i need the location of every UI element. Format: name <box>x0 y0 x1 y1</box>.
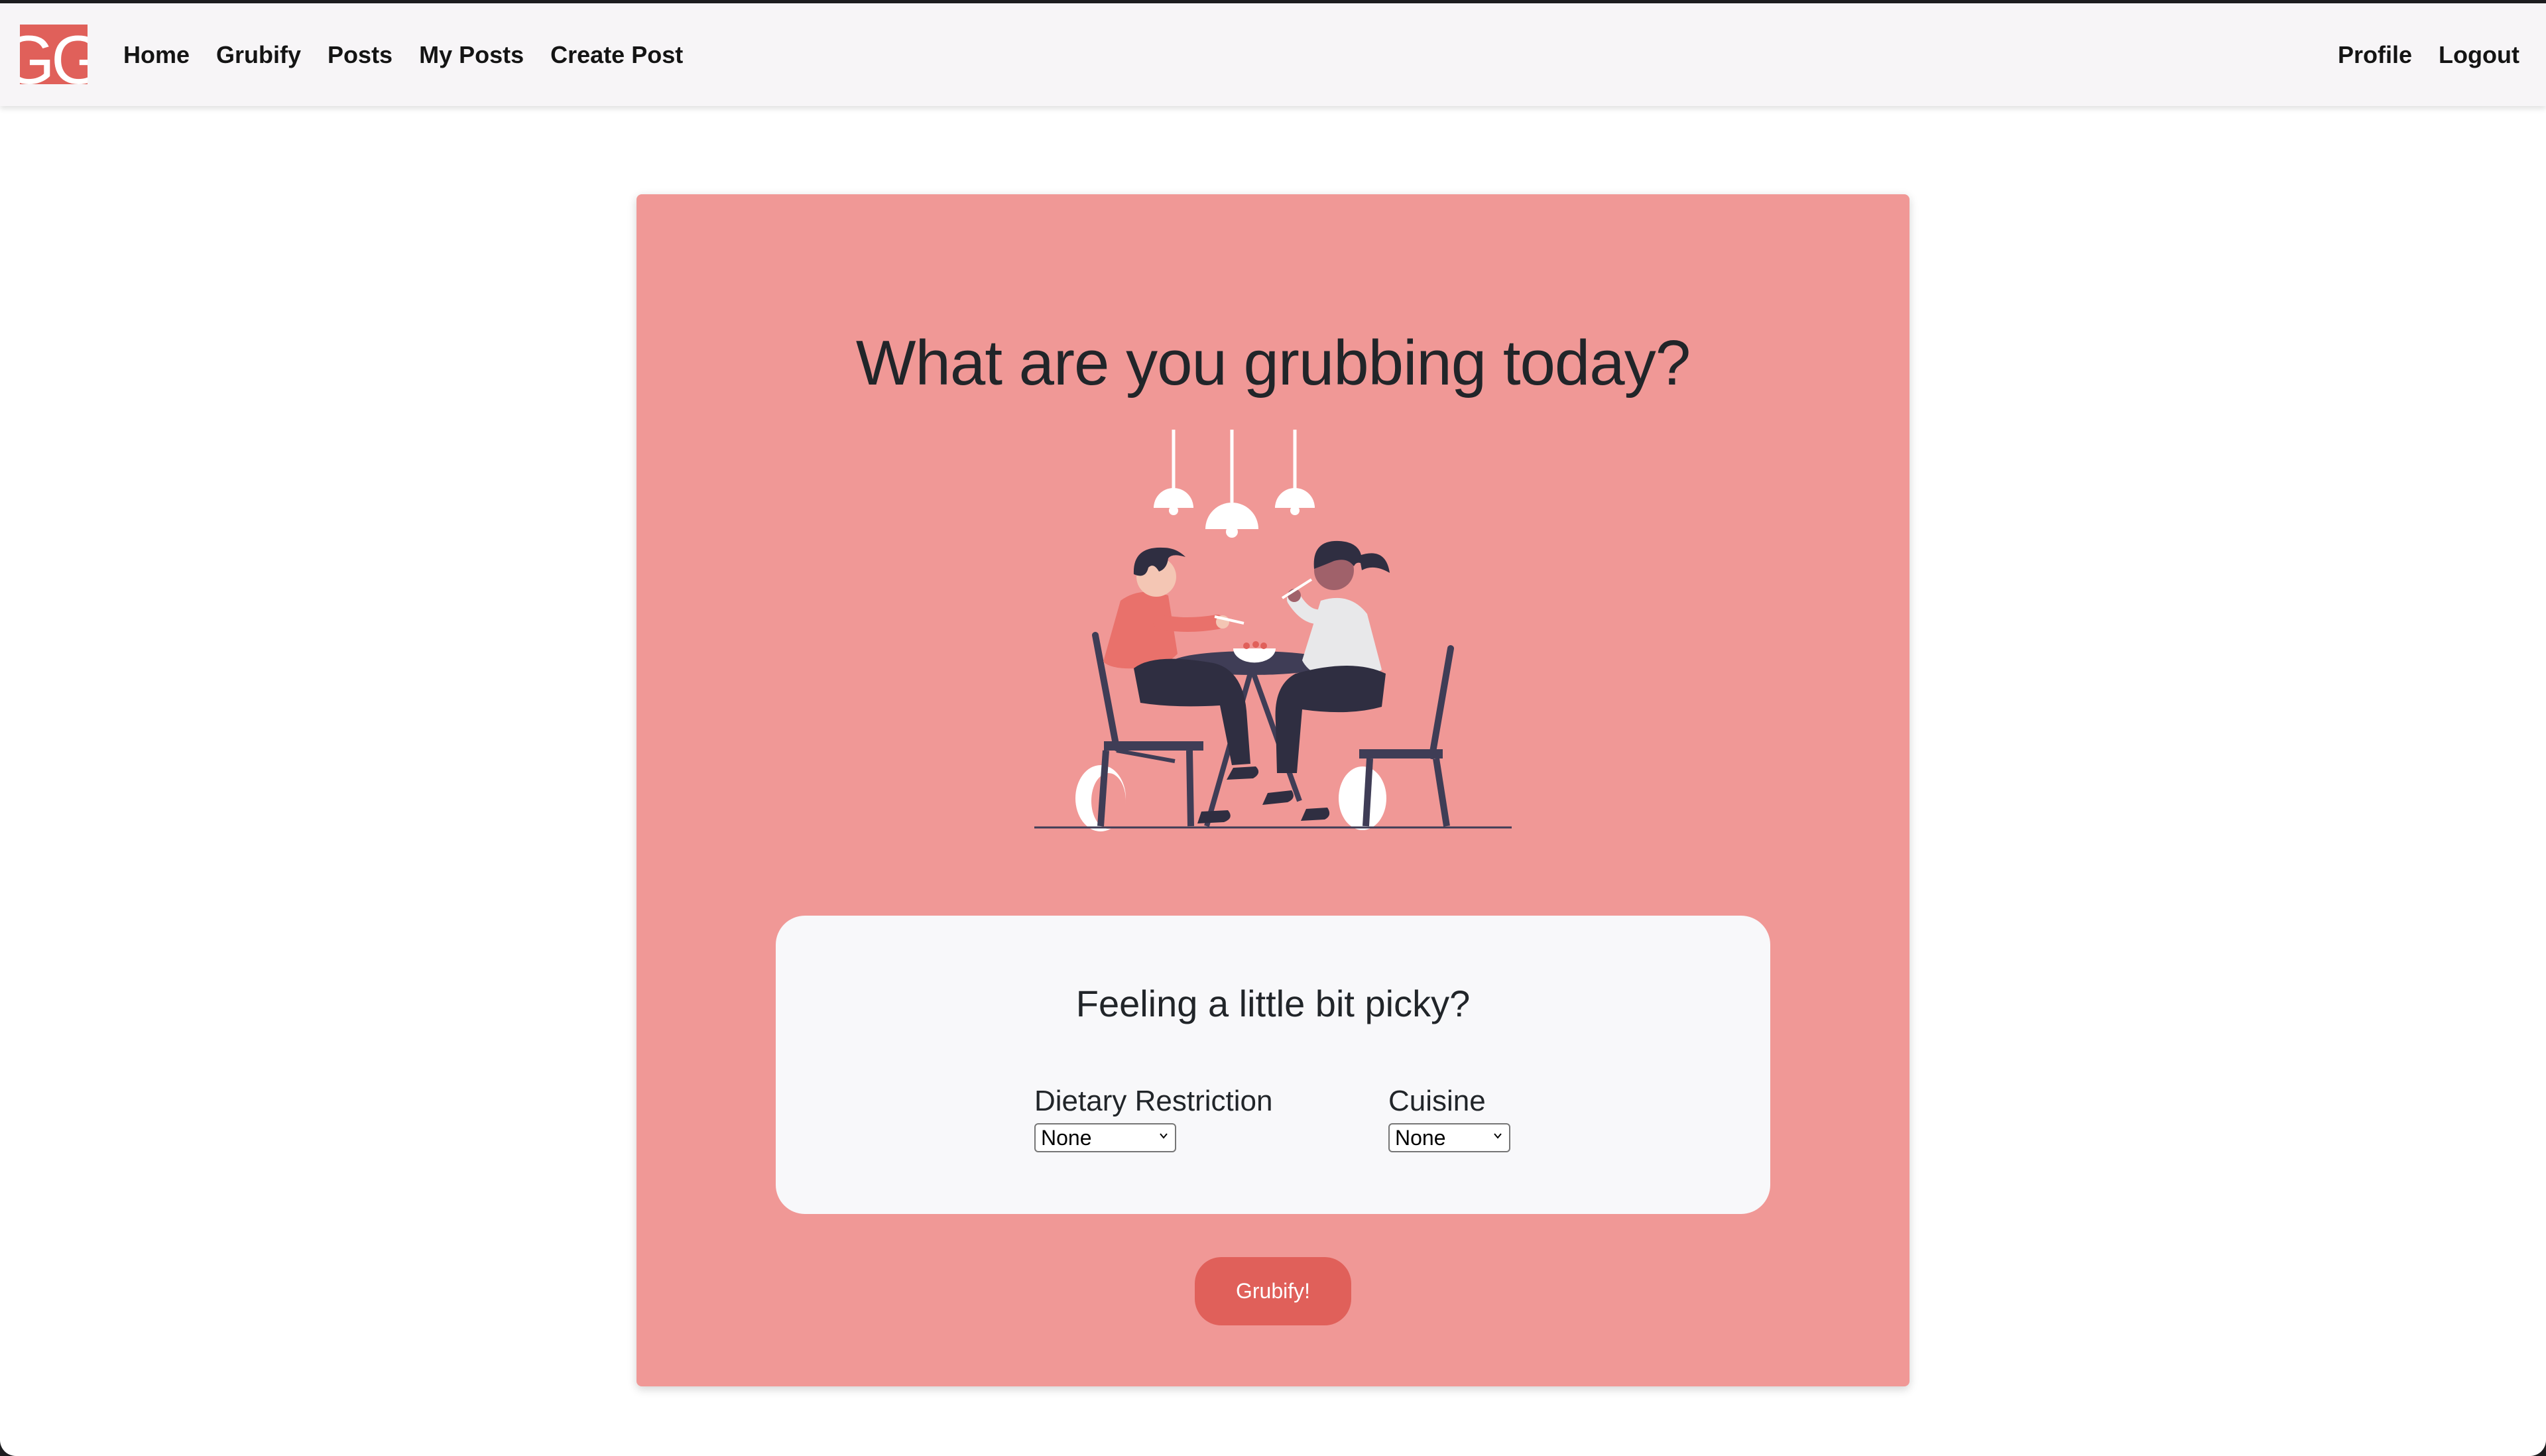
dietary-field: Dietary Restriction None <box>1034 1085 1272 1152</box>
navbar: GG Home Grubify Posts My Posts Create Po… <box>0 3 2546 106</box>
brand-logo-text: GG <box>20 25 88 84</box>
nav-link-profile[interactable]: Profile <box>2338 41 2412 69</box>
grubify-card: What are you grubbing today? Feeling a l… <box>636 194 1909 1386</box>
dietary-select[interactable]: None <box>1034 1123 1176 1152</box>
dietary-select-value: None <box>1041 1125 1092 1150</box>
chevron-down-icon <box>1160 1133 1168 1139</box>
nav-link-grubify[interactable]: Grubify <box>216 41 301 69</box>
cuisine-select[interactable]: None <box>1388 1123 1510 1152</box>
cuisine-label: Cuisine <box>1388 1085 1486 1117</box>
browser-window: GG Home Grubify Posts My Posts Create Po… <box>0 3 2546 1456</box>
hanging-lamps <box>1154 430 1315 538</box>
filter-title: Feeling a little bit picky? <box>1075 983 1471 1024</box>
page-heading: What are you grubbing today? <box>855 328 1691 398</box>
nav-left-links: Home Grubify Posts My Posts Create Post <box>123 3 709 106</box>
nav-link-logout[interactable]: Logout <box>2439 41 2519 69</box>
dietary-label: Dietary Restriction <box>1034 1085 1273 1117</box>
nav-link-my-posts[interactable]: My Posts <box>419 41 524 69</box>
filter-panel: Feeling a little bit picky? Dietary Rest… <box>776 916 1770 1214</box>
nav-link-posts[interactable]: Posts <box>328 41 393 69</box>
cuisine-select-value: None <box>1395 1125 1446 1150</box>
grubify-button[interactable]: Grubify! <box>1195 1257 1351 1325</box>
chevron-down-icon <box>1494 1133 1502 1139</box>
cuisine-field: Cuisine None <box>1388 1085 1510 1152</box>
couple-dining-illustration <box>1034 430 1512 831</box>
nav-link-create-post[interactable]: Create Post <box>550 41 683 69</box>
nav-link-home[interactable]: Home <box>123 41 190 69</box>
nav-right-links: Profile Logout <box>2338 3 2519 106</box>
brand-logo[interactable]: GG <box>20 25 88 84</box>
